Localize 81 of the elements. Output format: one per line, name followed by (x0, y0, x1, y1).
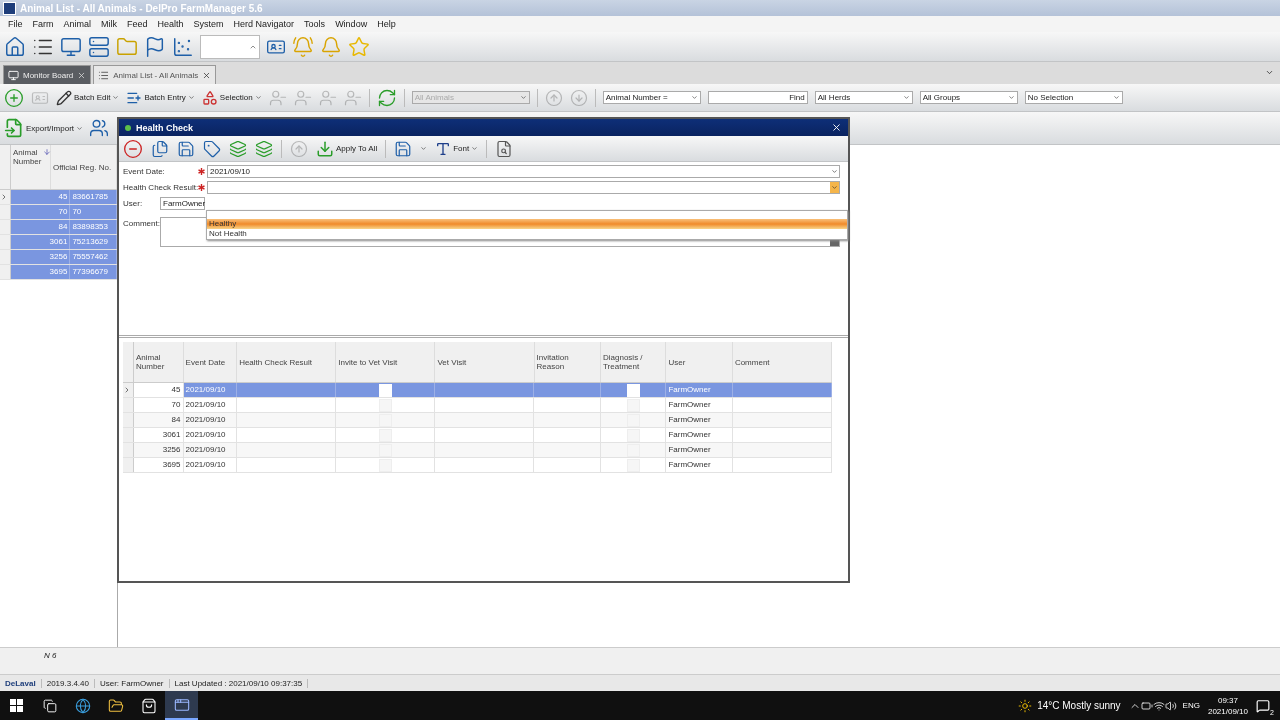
selection-button[interactable]: Selection (201, 89, 262, 106)
weather-text[interactable]: 14°C Mostly sunny (1037, 700, 1121, 711)
selection-dropdown[interactable]: No Selection (1024, 91, 1123, 104)
menu-item[interactable]: File (3, 19, 28, 29)
tab[interactable]: Animal List - All Animals (93, 65, 217, 84)
table-cell: FarmOwner (666, 428, 733, 442)
brand-logo: DeLaval (0, 678, 42, 688)
menu-item[interactable]: Animal (58, 19, 97, 29)
menu-item[interactable]: Milk (96, 19, 123, 29)
user-text: User: FarmOwner (94, 678, 170, 688)
column-header[interactable]: Health Check Result (237, 342, 337, 382)
find-field[interactable]: Find (707, 91, 808, 104)
dropdown-option[interactable]: Healthy (207, 219, 847, 229)
clock[interactable]: 09:37 2021/09/10 (1207, 694, 1248, 717)
table-cell: 84 (10, 220, 71, 234)
menu-item[interactable]: Health (152, 19, 189, 29)
window-title: Animal List - All Animals - DelPro FarmManager 5.6 (20, 2, 263, 14)
table-cell: 70 (10, 205, 71, 219)
table-cell: 3695 (10, 265, 71, 279)
column-header[interactable]: Vet Visit (435, 342, 535, 382)
table-cell: 3061 (10, 235, 71, 249)
table-cell: 45 (133, 383, 184, 397)
version-text: 2019.3.4.40 (41, 678, 95, 688)
dropdown-option[interactable]: Not Health (207, 229, 847, 239)
font-button[interactable]: Font (435, 140, 479, 157)
field-label: User: (123, 198, 144, 210)
menu-item[interactable]: Tools (299, 19, 331, 29)
menu-item[interactable]: Farm (27, 19, 59, 29)
table-row[interactable]: 3695 2021/09/10 FarmOwner (123, 458, 832, 473)
table-cell: 84 (133, 413, 184, 427)
batch-edit-button[interactable]: Batch Edit (56, 89, 120, 106)
row-count: N 6 (44, 651, 57, 660)
table-cell: 3256 (10, 250, 71, 264)
table-cell: FarmOwner (666, 413, 733, 427)
column-header[interactable]: Comment (732, 342, 832, 382)
table-cell: 2021/09/10 (183, 443, 238, 457)
table-row[interactable]: 3256 2021/09/10 FarmOwner (123, 443, 832, 458)
column-header[interactable]: Animal Number (11, 145, 51, 189)
apply-to-all-button[interactable]: Apply To All (316, 139, 378, 158)
column-header[interactable]: Animal Number (134, 342, 184, 382)
table-row[interactable]: 3061 2021/09/10 FarmOwner (123, 428, 832, 443)
table-cell: 2021/09/10 (183, 458, 238, 472)
menu-item[interactable]: Feed (122, 19, 153, 29)
table-cell: 2021/09/10 (183, 413, 238, 427)
column-header[interactable]: Invitation Reason (534, 342, 601, 382)
dropdown-field[interactable]: 2021/09/10 (207, 165, 840, 178)
dialog-title: Health Check (136, 122, 195, 133)
table-cell: 70 (133, 398, 184, 412)
tab[interactable]: Monitor Board (3, 65, 92, 84)
table-cell: 3061 (133, 428, 184, 442)
table-row[interactable]: 45 2021/09/10 FarmOwner (123, 383, 832, 398)
table-row[interactable]: 70 2021/09/10 FarmOwner (123, 398, 832, 413)
menu-item[interactable]: System (188, 19, 229, 29)
batch-entry-button[interactable]: Batch Entry (126, 89, 195, 106)
field-label: Event Date: (123, 166, 166, 178)
menu-item[interactable]: Window (330, 19, 373, 29)
table-cell: FarmOwner (666, 458, 733, 472)
table-cell: 3256 (133, 443, 184, 457)
column-header[interactable]: Invite to Vet Visit (336, 342, 436, 382)
table-cell: 2021/09/10 (183, 398, 238, 412)
search-by-dropdown[interactable]: Animal Number = (602, 91, 701, 104)
group-dropdown[interactable]: All Groups (919, 91, 1018, 104)
last-updated-text: Last Updated : 2021/09/10 09:37:35 (169, 678, 309, 688)
table-cell: 2021/09/10 (183, 383, 238, 397)
menu-item[interactable]: Herd Navigator (228, 19, 300, 29)
table-row[interactable]: 84 2021/09/10 FarmOwner (123, 413, 832, 428)
table-cell: FarmOwner (666, 383, 733, 397)
table-cell: 3695 (133, 458, 184, 472)
field-label: Comment: (123, 218, 160, 230)
column-header[interactable]: User (666, 342, 733, 382)
table-cell: 45 (10, 190, 71, 204)
menu-item[interactable]: Help (372, 19, 401, 29)
table-cell: FarmOwner (666, 443, 733, 457)
language-indicator[interactable]: ENG (1182, 701, 1200, 710)
herd-dropdown[interactable]: All Herds (814, 91, 913, 104)
table-cell: 2021/09/10 (183, 428, 238, 442)
table-cell: FarmOwner (666, 398, 733, 412)
column-header[interactable]: Diagnosis / Treatment (601, 342, 667, 382)
column-header[interactable]: Event Date (183, 342, 238, 382)
input-field[interactable]: FarmOwner (160, 197, 205, 210)
export-import-button[interactable]: Export/Import (4, 118, 83, 138)
